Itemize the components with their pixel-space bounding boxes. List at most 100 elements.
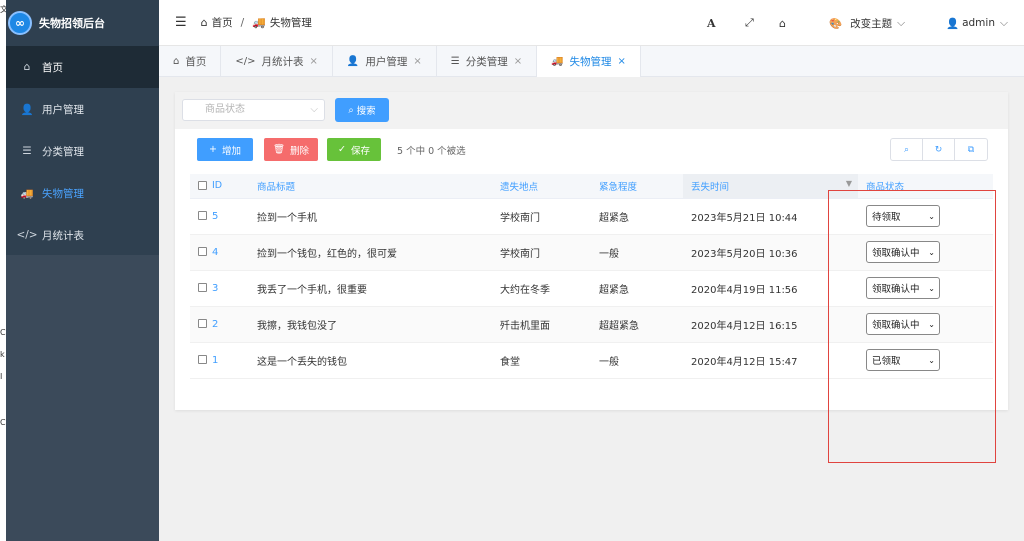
- sort-desc-icon: ▼: [845, 178, 852, 188]
- user-icon: 👤: [946, 17, 960, 30]
- filter-bar: 商品状态 ⌵ ⌕ 搜索: [175, 92, 1008, 129]
- logo-icon: ∞: [8, 11, 32, 35]
- select-all-checkbox[interactable]: [198, 181, 207, 191]
- tab-label: 失物管理: [569, 56, 612, 68]
- tab-monthly-stats[interactable]: </> 月统计表 ×: [221, 46, 333, 77]
- search-toggle-icon[interactable]: ⌕: [891, 139, 923, 160]
- tab-bar: ⌂ 首页 </> 月统计表 × 👤 用户管理 × ☰ 分类管理 × 🚚 失物管理…: [159, 46, 1024, 77]
- row-select-cell: [190, 270, 212, 307]
- menu-toggle-icon[interactable]: ☰: [175, 15, 187, 30]
- username: admin: [962, 17, 995, 29]
- sidebar: ∞ 失物招领后台 ⌂ 首页 👤 用户管理 ☰ 分类管理 🚚 失物管理 </> 月…: [6, 0, 159, 541]
- search-button[interactable]: ⌕ 搜索: [335, 98, 389, 122]
- sidebar-item-users[interactable]: 👤 用户管理: [6, 88, 159, 130]
- tab-lost-items[interactable]: 🚚 失物管理 ×: [537, 46, 641, 77]
- delete-button[interactable]: 🗑 删除: [264, 138, 318, 161]
- tab-users[interactable]: 👤 用户管理 ×: [333, 46, 437, 77]
- id-link[interactable]: 3: [212, 283, 218, 294]
- row-select-cell: [190, 198, 212, 235]
- close-icon[interactable]: ×: [413, 56, 421, 67]
- truck-icon: 🚚: [20, 187, 34, 200]
- home-icon[interactable]: ⌂: [779, 17, 786, 30]
- home-icon: ⌂: [200, 16, 208, 29]
- column-header-urgency[interactable]: 紧急程度: [599, 174, 683, 199]
- column-header-place[interactable]: 遗失地点: [500, 174, 599, 199]
- theme-dropdown[interactable]: 🎨 改变主题 ⌵: [829, 16, 905, 31]
- add-button[interactable]: + 增加: [197, 138, 253, 161]
- table-tool-buttons: ⌕ ↻ ⧉: [890, 138, 988, 161]
- sidebar-empty-area: [6, 255, 159, 541]
- sidebar-item-label: 首页: [42, 61, 63, 74]
- cell-id: 4: [212, 234, 257, 271]
- row-checkbox[interactable]: [198, 355, 207, 364]
- edge-artifact: k: [0, 350, 5, 359]
- sidebar-item-categories[interactable]: ☰ 分类管理: [6, 130, 159, 172]
- save-button-label: 保存: [350, 145, 370, 157]
- column-header-time-label: 丢失时间: [691, 181, 730, 193]
- select-all-cell: [190, 174, 212, 199]
- list-icon: ☰: [22, 145, 32, 157]
- close-icon[interactable]: ×: [310, 56, 318, 67]
- brand[interactable]: ∞ 失物招领后台: [6, 0, 159, 46]
- status-filter-select[interactable]: 商品状态 ⌵: [182, 99, 325, 121]
- column-header-title[interactable]: 商品标题: [257, 174, 500, 199]
- edge-artifact: I: [0, 372, 3, 381]
- cell-urgency: 一般: [599, 342, 683, 379]
- cell-id: 2: [212, 306, 257, 343]
- breadcrumb: ⌂ 首页 / 🚚 失物管理: [201, 15, 312, 30]
- row-checkbox[interactable]: [198, 211, 207, 220]
- cell-place: 食堂: [500, 342, 599, 379]
- save-button[interactable]: ✓ 保存: [327, 138, 381, 161]
- cell-title: 我擦，我钱包没了: [257, 306, 500, 343]
- edge-artifact: C: [0, 418, 6, 427]
- breadcrumb-item-current: 失物管理: [269, 17, 312, 29]
- truck-icon: 🚚: [551, 56, 564, 67]
- column-header-id[interactable]: ID: [212, 174, 257, 199]
- id-link[interactable]: 5: [212, 211, 218, 222]
- home-icon: ⌂: [173, 56, 180, 67]
- cell-urgency: 超超紧急: [599, 306, 683, 343]
- font-size-button[interactable]: A: [707, 17, 716, 30]
- delete-button-label: 删除: [290, 145, 310, 157]
- sidebar-item-monthly-stats[interactable]: </> 月统计表: [6, 214, 159, 256]
- sidebar-menu-group: 👤 用户管理 ☰ 分类管理 🚚 失物管理 </> 月统计表: [6, 88, 159, 256]
- sidebar-item-lost-items[interactable]: 🚚 失物管理: [6, 172, 159, 214]
- row-checkbox[interactable]: [198, 319, 207, 328]
- user-icon: 👤: [20, 103, 34, 116]
- cell-id: 5: [212, 198, 257, 235]
- cell-title: 我丢了一个手机，很重要: [257, 270, 500, 307]
- top-header: ☰ ⌂ 首页 / 🚚 失物管理 A ⤢ ⌂ 🎨 改变主题 ⌵ 👤 admin ⌵: [159, 0, 1024, 46]
- cell-urgency: 超紧急: [599, 198, 683, 235]
- code-icon: </>: [16, 229, 38, 241]
- sidebar-item-label: 用户管理: [42, 103, 84, 116]
- fullscreen-icon[interactable]: ⤢: [745, 16, 754, 30]
- cell-place: 大约在冬季: [500, 270, 599, 307]
- row-checkbox[interactable]: [198, 247, 207, 256]
- tab-categories[interactable]: ☰ 分类管理 ×: [437, 46, 538, 77]
- sidebar-item-label: 失物管理: [42, 187, 84, 200]
- selection-count: 5 个中 0 个被选: [397, 146, 466, 157]
- row-select-cell: [190, 342, 212, 379]
- tab-home[interactable]: ⌂ 首页: [159, 46, 222, 77]
- row-select-cell: [190, 234, 212, 271]
- breadcrumb-separator: /: [240, 16, 245, 29]
- close-icon[interactable]: ×: [618, 56, 626, 67]
- cell-title: 这是一个丢失的钱包: [257, 342, 500, 379]
- tab-label: 首页: [185, 56, 207, 68]
- close-icon[interactable]: ×: [514, 56, 522, 67]
- row-checkbox[interactable]: [198, 283, 207, 292]
- truck-icon: 🚚: [252, 16, 266, 29]
- table-toolbar: + 增加 🗑 删除 ✓ 保存 5 个中 0 个被选 ⌕ ↻ ⧉: [175, 138, 1008, 162]
- user-dropdown[interactable]: 👤 admin ⌵: [946, 17, 1008, 30]
- breadcrumb-item-home[interactable]: 首页: [212, 15, 233, 30]
- id-link[interactable]: 1: [212, 355, 218, 366]
- sidebar-item-home[interactable]: ⌂ 首页: [6, 46, 159, 88]
- id-link[interactable]: 4: [212, 247, 218, 258]
- tab-label: 月统计表: [261, 56, 304, 68]
- chevron-down-icon: ⌵: [897, 16, 906, 29]
- columns-icon[interactable]: ⧉: [955, 139, 987, 160]
- refresh-icon[interactable]: ↻: [923, 139, 955, 160]
- trash-icon: 🗑: [272, 144, 286, 155]
- id-link[interactable]: 2: [212, 319, 218, 330]
- cell-urgency: 超紧急: [599, 270, 683, 307]
